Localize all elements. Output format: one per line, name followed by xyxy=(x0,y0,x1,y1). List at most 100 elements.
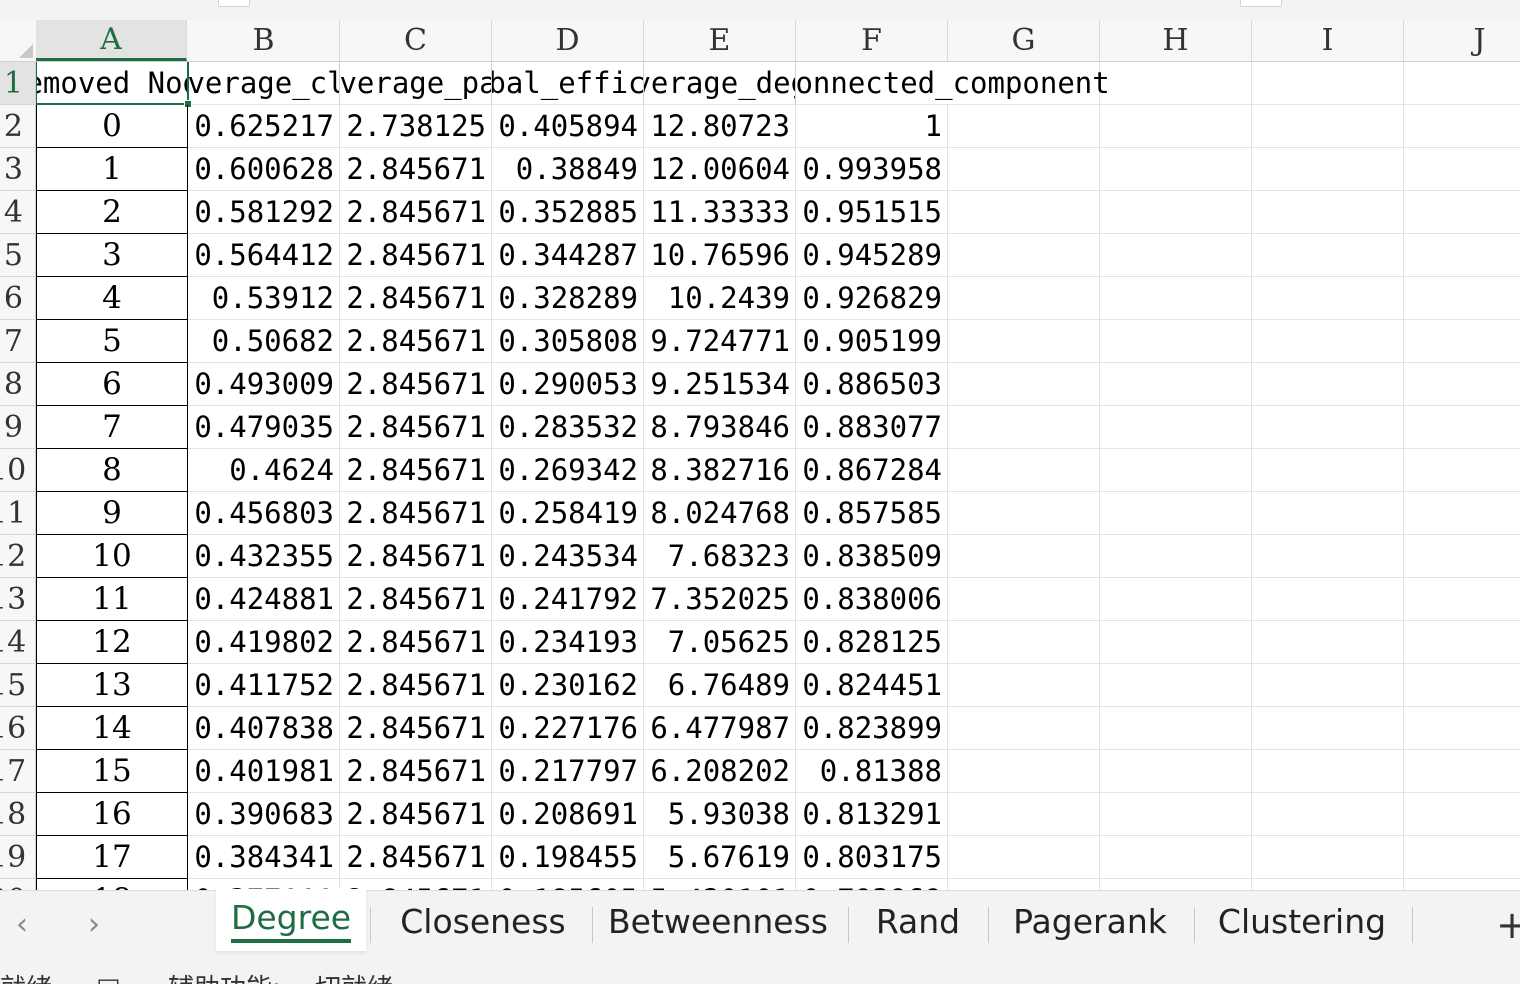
empty-cell[interactable] xyxy=(1100,879,1252,890)
empty-cell[interactable] xyxy=(1100,621,1252,664)
row-header-3[interactable]: 3 xyxy=(0,148,36,191)
empty-cell[interactable] xyxy=(1404,707,1520,750)
next-sheet-button[interactable]: › xyxy=(88,907,100,942)
empty-cell[interactable] xyxy=(1404,793,1520,836)
value-cell[interactable]: 0.401981 xyxy=(188,750,340,793)
value-cell[interactable]: 0.241792 xyxy=(492,578,644,621)
row-header-19[interactable]: 19 xyxy=(0,836,36,879)
value-cell[interactable]: 2.845671 xyxy=(340,750,492,793)
value-cell[interactable]: 0.38849 xyxy=(492,148,644,191)
empty-cell[interactable] xyxy=(948,449,1100,492)
empty-cell[interactable] xyxy=(1100,793,1252,836)
empty-cell[interactable] xyxy=(1404,191,1520,234)
value-cell[interactable]: 0.625217 xyxy=(188,105,340,148)
value-cell[interactable]: 12.00604 xyxy=(644,148,796,191)
value-cell[interactable]: 0.828125 xyxy=(796,621,948,664)
sheet-tab-clustering[interactable]: Clustering xyxy=(1196,891,1408,951)
empty-cell[interactable] xyxy=(1252,836,1404,879)
empty-cell[interactable] xyxy=(948,148,1100,191)
value-cell[interactable]: 2.845671 xyxy=(340,363,492,406)
value-cell[interactable]: 0.384341 xyxy=(188,836,340,879)
index-cell[interactable]: 12 xyxy=(36,621,188,664)
value-cell[interactable]: 0.4624 xyxy=(188,449,340,492)
empty-cell[interactable] xyxy=(1252,578,1404,621)
index-cell[interactable]: 2 xyxy=(36,191,188,234)
sheet-tab-betweenness[interactable]: Betweenness xyxy=(592,891,844,951)
value-cell[interactable]: 11.33333 xyxy=(644,191,796,234)
value-cell[interactable]: 10.2439 xyxy=(644,277,796,320)
value-cell[interactable]: 0.411752 xyxy=(188,664,340,707)
value-cell[interactable]: 2.845671 xyxy=(340,148,492,191)
empty-cell[interactable] xyxy=(1252,148,1404,191)
value-cell[interactable]: 0.344287 xyxy=(492,234,644,277)
index-cell[interactable]: 10 xyxy=(36,535,188,578)
value-cell[interactable]: 6.208202 xyxy=(644,750,796,793)
value-cell[interactable]: 0.857585 xyxy=(796,492,948,535)
sheet-view-icon[interactable]: ▭ xyxy=(96,968,121,984)
row-header-15[interactable]: 15 xyxy=(0,664,36,707)
value-cell[interactable]: 0.305808 xyxy=(492,320,644,363)
empty-cell[interactable] xyxy=(1252,191,1404,234)
value-cell[interactable]: 0.993958 xyxy=(796,148,948,191)
row-header-14[interactable]: 14 xyxy=(0,621,36,664)
index-cell[interactable]: 16 xyxy=(36,793,188,836)
value-cell[interactable]: 0.493009 xyxy=(188,363,340,406)
value-cell[interactable]: 5.420101 xyxy=(644,879,796,890)
value-cell[interactable]: 0.227176 xyxy=(492,707,644,750)
empty-cell[interactable] xyxy=(1404,277,1520,320)
empty-cell[interactable] xyxy=(1404,535,1520,578)
index-cell[interactable]: 15 xyxy=(36,750,188,793)
empty-cell[interactable] xyxy=(1100,105,1252,148)
column-header-e[interactable]: E xyxy=(644,20,796,61)
value-cell[interactable]: 0.419802 xyxy=(188,621,340,664)
value-cell[interactable]: 0.405894 xyxy=(492,105,644,148)
empty-cell[interactable] xyxy=(1404,750,1520,793)
empty-cell[interactable] xyxy=(1100,148,1252,191)
empty-cell[interactable] xyxy=(1252,793,1404,836)
value-cell[interactable]: 12.80723 xyxy=(644,105,796,148)
empty-cell[interactable] xyxy=(1100,707,1252,750)
value-cell[interactable]: 0.424881 xyxy=(188,578,340,621)
empty-cell[interactable] xyxy=(1252,621,1404,664)
column-header-d[interactable]: D xyxy=(492,20,644,61)
value-cell[interactable]: 0.432355 xyxy=(188,535,340,578)
empty-cell[interactable] xyxy=(1100,535,1252,578)
empty-cell[interactable] xyxy=(1100,363,1252,406)
index-cell[interactable]: 17 xyxy=(36,836,188,879)
header-cell-a[interactable]: Removed Nodes xyxy=(36,62,188,105)
empty-cell[interactable] xyxy=(1404,62,1520,105)
value-cell[interactable]: 9.724771 xyxy=(644,320,796,363)
value-cell[interactable]: 7.352025 xyxy=(644,578,796,621)
row-header-5[interactable]: 5 xyxy=(0,234,36,277)
index-cell[interactable]: 14 xyxy=(36,707,188,750)
value-cell[interactable]: 0.217797 xyxy=(492,750,644,793)
empty-cell[interactable] xyxy=(948,836,1100,879)
value-cell[interactable]: 0.793969 xyxy=(796,879,948,890)
column-header-g[interactable]: G xyxy=(948,20,1100,61)
row-header-17[interactable]: 17 xyxy=(0,750,36,793)
value-cell[interactable]: 0.269342 xyxy=(492,449,644,492)
prev-sheet-button[interactable]: ‹ xyxy=(16,907,28,942)
value-cell[interactable]: 0.838006 xyxy=(796,578,948,621)
value-cell[interactable]: 8.024768 xyxy=(644,492,796,535)
empty-cell[interactable] xyxy=(1100,277,1252,320)
empty-cell[interactable] xyxy=(948,105,1100,148)
value-cell[interactable]: 2.845671 xyxy=(340,836,492,879)
value-cell[interactable]: 0.234193 xyxy=(492,621,644,664)
value-cell[interactable]: 0.883077 xyxy=(796,406,948,449)
value-cell[interactable]: 2.845671 xyxy=(340,191,492,234)
row-header-13[interactable]: 13 xyxy=(0,578,36,621)
empty-cell[interactable] xyxy=(1100,578,1252,621)
row-header-16[interactable]: 16 xyxy=(0,707,36,750)
empty-cell[interactable] xyxy=(1404,879,1520,890)
index-cell[interactable]: 13 xyxy=(36,664,188,707)
accessibility-status[interactable]: 辅助功能: 一切就绪 xyxy=(168,968,393,984)
empty-cell[interactable] xyxy=(948,621,1100,664)
empty-cell[interactable] xyxy=(1404,836,1520,879)
value-cell[interactable]: 0.564412 xyxy=(188,234,340,277)
value-cell[interactable]: 0.581292 xyxy=(188,191,340,234)
value-cell[interactable]: 2.845671 xyxy=(340,449,492,492)
value-cell[interactable]: 0.905199 xyxy=(796,320,948,363)
value-cell[interactable]: 2.845671 xyxy=(340,578,492,621)
header-cell-d[interactable]: global_efficiency xyxy=(492,62,644,105)
